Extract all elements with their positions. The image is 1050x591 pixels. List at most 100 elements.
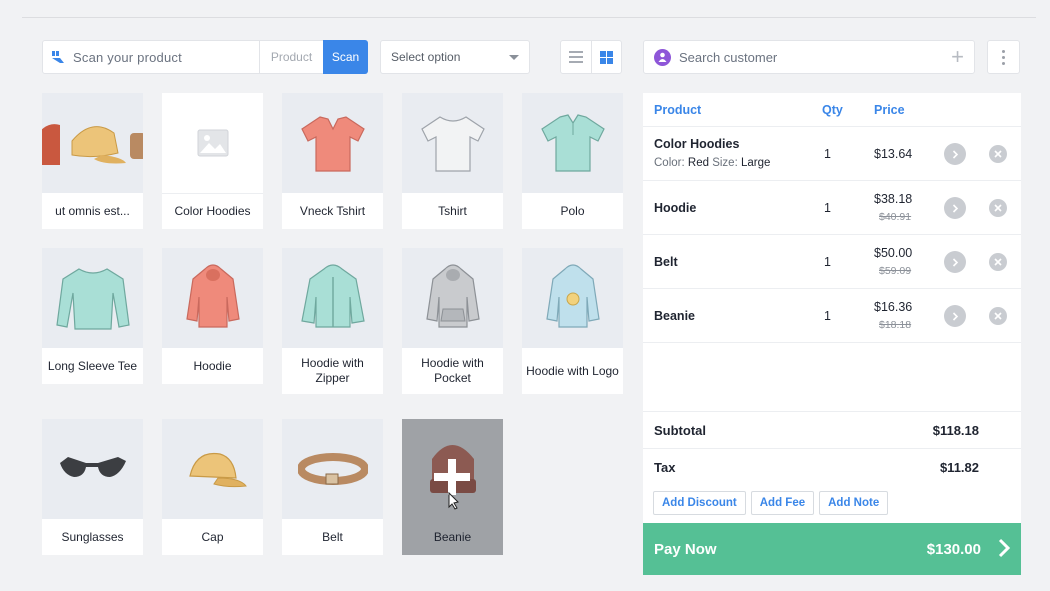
product-label: Hoodie with Pocket (402, 348, 503, 394)
cart-item-name: Color Hoodies (654, 137, 740, 151)
cart-row[interactable]: Belt 1 $50.00 $59.09 (643, 235, 1021, 289)
product-tile-hovered[interactable]: Beanie (402, 419, 503, 555)
product-tile[interactable]: Color Hoodies (162, 93, 263, 229)
add-discount-button[interactable]: Add Discount (653, 491, 746, 515)
cart-item-name: Belt (654, 255, 678, 269)
cart-row[interactable]: Beanie 1 $16.36 $18.18 (643, 289, 1021, 343)
product-tile[interactable]: Cap (162, 419, 263, 555)
long-sleeve-tee-icon (42, 248, 143, 348)
category-select[interactable]: Select option (380, 40, 530, 74)
cart-row[interactable]: Hoodie 1 $38.18 $40.91 (643, 181, 1021, 235)
product-tile[interactable]: Sunglasses (42, 419, 143, 555)
product-tile[interactable]: Hoodie with Zipper (282, 248, 383, 394)
cap-icon (162, 419, 263, 519)
expand-item-button[interactable] (944, 251, 966, 273)
vneck-tshirt-icon (282, 93, 383, 193)
product-label: Cap (162, 519, 263, 555)
product-mode-toggle[interactable]: Product (259, 41, 323, 73)
product-label: Hoodie (162, 348, 263, 384)
variant-color: Red (687, 157, 709, 169)
cart-item-price: $50.00 (874, 246, 913, 260)
close-icon (994, 150, 1002, 158)
cart-row[interactable]: Color Hoodies Color: Red Size: Large 1 $… (643, 127, 1021, 181)
variant-size-key: Size: (712, 157, 738, 169)
kebab-dot (1002, 49, 1005, 53)
cart-item-price: $13.64 (874, 147, 913, 161)
customer-search-input[interactable]: Search customer (679, 50, 951, 65)
cart-item-old-price: $18.18 (879, 319, 912, 331)
kebab-dot (1002, 61, 1005, 65)
header-price: Price (874, 102, 905, 117)
user-icon (654, 48, 671, 66)
close-icon (994, 312, 1002, 320)
expand-item-button[interactable] (944, 143, 966, 165)
product-label: Color Hoodies (162, 193, 263, 229)
chevron-right-icon (952, 203, 958, 213)
pay-total: $130.00 (926, 540, 981, 558)
remove-item-button[interactable] (989, 145, 1007, 163)
product-tile[interactable]: Tshirt (402, 93, 503, 229)
cart-item-old-price: $40.91 (879, 211, 912, 223)
pay-now-button[interactable]: Pay Now $130.00 (643, 523, 1021, 575)
remove-item-button[interactable] (989, 307, 1007, 325)
scan-product-input[interactable]: Scan your product (73, 50, 259, 65)
grid-view-icon (599, 50, 613, 64)
product-label: Vneck Tshirt (282, 193, 383, 229)
beanie-icon (402, 419, 503, 519)
product-tile[interactable]: Belt (282, 419, 383, 555)
product-label: Long Sleeve Tee (42, 348, 143, 384)
product-tile[interactable]: Long Sleeve Tee (42, 248, 143, 384)
chevron-right-icon (998, 538, 1011, 558)
cart-item-price: $16.36 (874, 300, 913, 314)
product-tile[interactable]: Polo (522, 93, 623, 229)
cart-item-old-price: $59.09 (879, 265, 912, 277)
tshirt-icon (402, 93, 503, 193)
add-note-button[interactable]: Add Note (819, 491, 889, 515)
product-label: Hoodie with Zipper (282, 348, 383, 394)
cart-item-name: Hoodie (654, 201, 697, 215)
cart-item-qty[interactable]: 1 (824, 147, 831, 161)
pocket-hoodie-icon (402, 248, 503, 348)
variant-size: Large (740, 157, 771, 169)
list-view-icon (568, 51, 583, 63)
list-view-button[interactable] (561, 41, 592, 73)
logo-hoodie-icon (522, 248, 623, 348)
cart-item-qty[interactable]: 1 (824, 309, 831, 323)
barcode-scan-icon (43, 50, 73, 64)
cart-item-name: Beanie (654, 309, 695, 323)
grid-view-button[interactable] (592, 41, 622, 73)
more-options-button[interactable] (987, 40, 1020, 74)
kebab-dot (1002, 55, 1005, 59)
subtotal-value: $118.18 (932, 422, 979, 438)
expand-item-button[interactable] (944, 305, 966, 327)
cart-panel: Product Qty Price Color Hoodies Color: R… (643, 93, 1021, 575)
tax-value: $11.82 (939, 459, 979, 475)
header-product: Product (654, 102, 702, 117)
product-tile[interactable]: Hoodie (162, 248, 263, 384)
customer-search-bar: Search customer + (643, 40, 975, 74)
tax-label: Tax (654, 459, 676, 475)
header-qty: Qty (822, 102, 843, 117)
remove-item-button[interactable] (989, 253, 1007, 271)
expand-item-button[interactable] (944, 197, 966, 219)
add-fee-button[interactable]: Add Fee (750, 491, 815, 515)
product-tile[interactable]: Vneck Tshirt (282, 93, 383, 229)
chevron-right-icon (952, 257, 958, 267)
top-divider (22, 17, 1036, 18)
product-label: Polo (522, 193, 623, 229)
scan-product-bar: Scan your product Product Scan (42, 40, 368, 74)
cart-item-qty[interactable]: 1 (824, 255, 831, 269)
scan-button[interactable]: Scan (323, 40, 368, 74)
zip-hoodie-icon (282, 248, 383, 348)
chevron-right-icon (952, 311, 958, 321)
cart-item-qty[interactable]: 1 (824, 201, 831, 215)
product-tile[interactable]: Hoodie with Logo (522, 248, 623, 394)
image-placeholder-icon (162, 93, 263, 193)
product-label: ut omnis est... (42, 193, 143, 229)
remove-item-button[interactable] (989, 199, 1007, 217)
product-tile[interactable]: Hoodie with Pocket (402, 248, 503, 394)
add-customer-icon[interactable]: + (951, 46, 964, 68)
product-tile[interactable]: ut omnis est... (42, 93, 143, 229)
product-label: Beanie (402, 519, 503, 555)
subtotal-row: Subtotal $118.18 (643, 411, 1021, 448)
